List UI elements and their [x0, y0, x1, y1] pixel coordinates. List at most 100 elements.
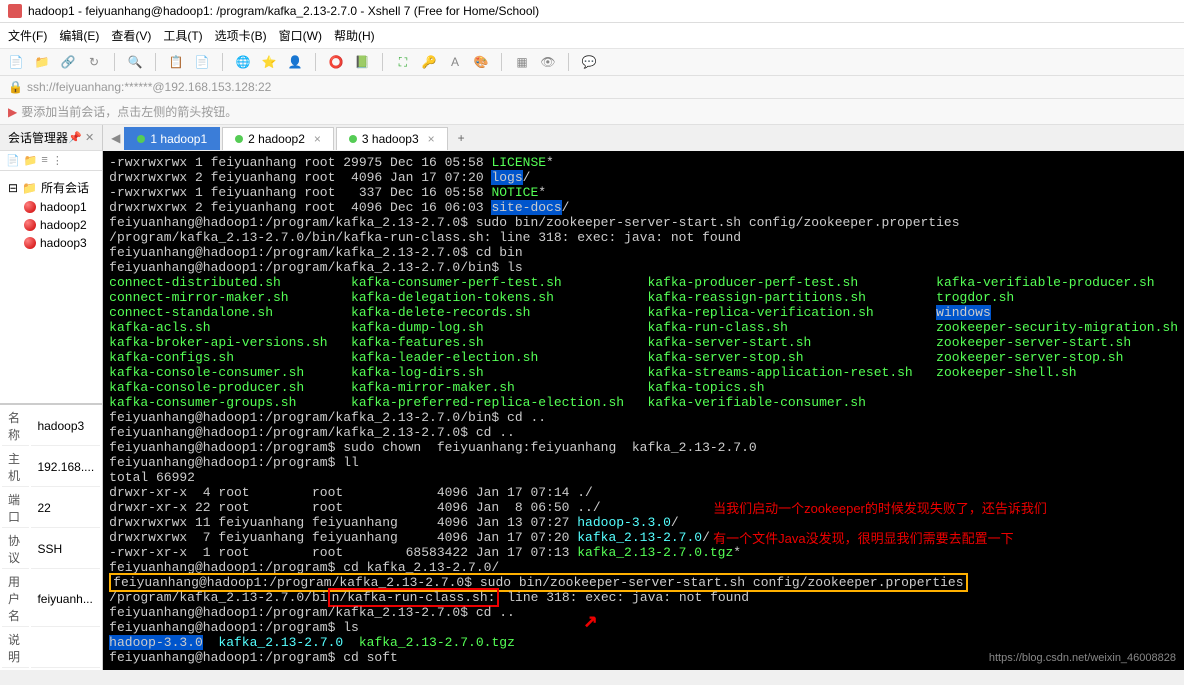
help-icon[interactable]: 💬 — [581, 54, 597, 70]
tab-label: 1 hadoop1 — [150, 132, 207, 146]
watermark: https://blog.csdn.net/weixin_46008828 — [989, 651, 1176, 666]
prop-host-value: 192.168.... — [31, 448, 100, 487]
link-icon[interactable]: 🔗 — [60, 54, 76, 70]
menu-tools[interactable]: 工具(T) — [163, 27, 202, 44]
close-icon[interactable]: ✕ — [85, 131, 94, 144]
separator — [155, 53, 156, 71]
close-tab-icon[interactable]: × — [314, 132, 321, 146]
annotation-text: 当我们启动一个zookeeper的时候发现失败了，还告诉我们有一个文件Java没… — [713, 501, 1047, 546]
prop-proto-label: 协议 — [2, 530, 29, 569]
separator — [382, 53, 383, 71]
separator — [114, 53, 115, 71]
addressbar: 🔒 ssh://feiyuanhang:******@192.168.153.1… — [0, 76, 1184, 99]
menu-icon[interactable]: ⋮ — [52, 154, 63, 167]
status-dot — [137, 135, 145, 143]
tab-bar: ◀ 1 hadoop1 2 hadoop2 × 3 hadoop3 × + — [103, 125, 1184, 151]
sidebar: 会话管理器 📌 ✕ 📄 📁 ≡ ⋮ ⊟ 📁 所有会话 hadoop1 — [0, 125, 103, 670]
session-hadoop1[interactable]: hadoop1 — [4, 198, 98, 216]
prop-name-value: hadoop3 — [31, 407, 100, 446]
session-hadoop2[interactable]: hadoop2 — [4, 216, 98, 234]
app-icon — [8, 4, 22, 18]
pin-icon[interactable]: 📌 — [68, 131, 82, 144]
hint-bar: ▶ 要添加当前会话，点击左侧的箭头按钮。 — [0, 99, 1184, 125]
session-icon — [24, 237, 36, 249]
sidebar-header: 会话管理器 📌 ✕ — [0, 125, 102, 151]
collapse-icon[interactable]: ⊟ — [8, 181, 18, 195]
prop-name-label: 名称 — [2, 407, 29, 446]
new-session-icon[interactable]: 📄 — [8, 54, 24, 70]
lock-icon: 🔒 — [8, 80, 23, 94]
app-icon2[interactable]: 📗 — [354, 54, 370, 70]
content-area: ◀ 1 hadoop1 2 hadoop2 × 3 hadoop3 × + -rwx… — [103, 125, 1184, 670]
separator — [222, 53, 223, 71]
record-icon[interactable]: ⭕ — [328, 54, 344, 70]
search-icon[interactable]: 🔍 — [127, 54, 143, 70]
window-title: hadoop1 - feiyuanhang@hadoop1: /program/… — [28, 4, 539, 18]
session-label: hadoop1 — [40, 200, 87, 214]
font-icon[interactable]: A — [447, 54, 463, 70]
menubar: 文件(F) 编辑(E) 查看(V) 工具(T) 选项卡(B) 窗口(W) 帮助(… — [0, 23, 1184, 49]
tab-label: 2 hadoop2 — [248, 132, 305, 146]
menu-edit[interactable]: 编辑(E) — [59, 27, 99, 44]
properties-panel: 名称hadoop3 主机192.168.... 端口22 协议SSH 用户名fe… — [0, 404, 102, 670]
session-label: hadoop3 — [40, 236, 87, 250]
hint-text: 要添加当前会话，点击左侧的箭头按钮。 — [21, 103, 237, 120]
address-text[interactable]: ssh://feiyuanhang:******@192.168.153.128… — [27, 80, 271, 94]
color-icon[interactable]: 🎨 — [473, 54, 489, 70]
titlebar: hadoop1 - feiyuanhang@hadoop1: /program/… — [0, 0, 1184, 23]
reconnect-icon[interactable]: ↻ — [86, 54, 102, 70]
tree-root-label: 所有会话 — [41, 179, 89, 196]
layout-icon[interactable]: ▦ — [514, 54, 530, 70]
menu-window[interactable]: 窗口(W) — [279, 27, 322, 44]
prop-desc-value — [31, 629, 100, 668]
add-tab-button[interactable]: + — [450, 129, 473, 147]
arrow-icon[interactable]: ▶ — [8, 105, 17, 119]
prop-proto-value: SSH — [31, 530, 100, 569]
paste-icon[interactable]: 📄 — [194, 54, 210, 70]
menu-help[interactable]: 帮助(H) — [334, 27, 375, 44]
prop-user-value: feiyuanh... — [31, 571, 100, 627]
tab-hadoop3[interactable]: 3 hadoop3 × — [336, 127, 448, 150]
close-tab-icon[interactable]: × — [428, 132, 435, 146]
profile-icon[interactable]: 👤 — [287, 54, 303, 70]
prop-desc-label: 说明 — [2, 629, 29, 668]
tab-prev[interactable]: ◀ — [107, 131, 124, 145]
tree-root[interactable]: ⊟ 📁 所有会话 — [4, 177, 98, 198]
separator — [568, 53, 569, 71]
tab-hadoop2[interactable]: 2 hadoop2 × — [222, 127, 334, 150]
terminal[interactable]: -rwxrwxrwx 1 feiyuanhang root 29975 Dec … — [103, 151, 1184, 670]
key-icon[interactable]: 🔑 — [421, 54, 437, 70]
toolbar: 📄 📁 🔗 ↻ 🔍 📋 📄 🌐 ⭐ 👤 ⭕ 📗 ⛶ 🔑 A 🎨 ▦ 👁 💬 — [0, 49, 1184, 76]
globe-icon[interactable]: 🌐 — [235, 54, 251, 70]
prop-port-label: 端口 — [2, 489, 29, 528]
annotation-arrow: ↗ — [583, 614, 597, 629]
sidebar-toolbar: 📄 📁 ≡ ⋮ — [0, 151, 102, 171]
session-hadoop3[interactable]: hadoop3 — [4, 234, 98, 252]
folder-icon[interactable]: 📁 — [24, 154, 38, 167]
status-dot — [349, 135, 357, 143]
separator — [315, 53, 316, 71]
session-label: hadoop2 — [40, 218, 87, 232]
prop-host-label: 主机 — [2, 448, 29, 487]
separator — [501, 53, 502, 71]
open-icon[interactable]: 📁 — [34, 54, 50, 70]
copy-icon[interactable]: 📋 — [168, 54, 184, 70]
session-icon — [24, 219, 36, 231]
sidebar-title: 会话管理器 — [8, 129, 68, 146]
eye-icon[interactable]: 👁 — [540, 54, 556, 70]
session-icon — [24, 201, 36, 213]
prop-user-label: 用户名 — [2, 571, 29, 627]
star-icon[interactable]: ⭐ — [261, 54, 277, 70]
list-icon[interactable]: ≡ — [41, 154, 47, 167]
expand-icon[interactable]: ⛶ — [395, 54, 411, 70]
new-icon[interactable]: 📄 — [6, 154, 20, 167]
status-dot — [235, 135, 243, 143]
tab-hadoop1[interactable]: 1 hadoop1 — [124, 127, 220, 150]
tab-label: 3 hadoop3 — [362, 132, 419, 146]
prop-port-value: 22 — [31, 489, 100, 528]
menu-file[interactable]: 文件(F) — [8, 27, 47, 44]
session-tree: ⊟ 📁 所有会话 hadoop1 hadoop2 hadoop3 — [0, 171, 102, 404]
menu-view[interactable]: 查看(V) — [111, 27, 151, 44]
menu-tab[interactable]: 选项卡(B) — [215, 27, 267, 44]
folder-icon: 📁 — [22, 181, 37, 195]
